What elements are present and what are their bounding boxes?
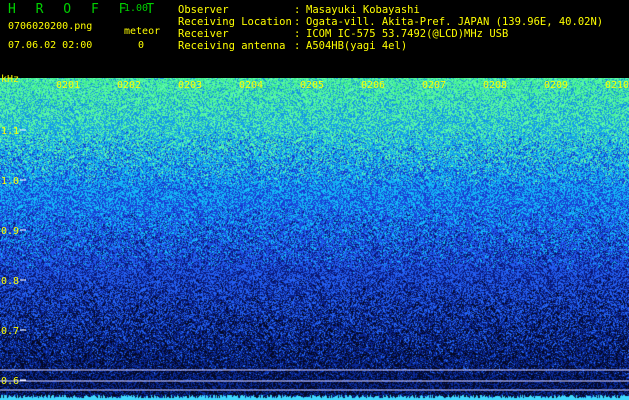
- time-tick-label: 0210: [605, 80, 629, 91]
- time-tick-label: 0207: [422, 80, 446, 91]
- time-tick-label: 0202: [117, 80, 141, 91]
- time-tick-label: 0205: [300, 80, 324, 91]
- reference-lines: [0, 369, 629, 391]
- frequency-tick-label: 0.8: [1, 276, 19, 287]
- spectrogram-overlay: kHz 1.11.00.90.80.70.6 0201 0202 0203 0204 0…: [0, 74, 629, 391]
- time-tick-label: 0203: [178, 80, 202, 91]
- frequency-tick-label: 0.7: [1, 326, 19, 337]
- frequency-axis: 1.11.00.90.80.70.6: [1, 126, 26, 387]
- time-tick-label: 0209: [544, 80, 568, 91]
- time-tick-label: 0204: [239, 80, 263, 91]
- frequency-unit-label: kHz: [1, 74, 19, 85]
- frequency-tick-label: 0.9: [1, 226, 19, 237]
- time-tick-label: 0201: [56, 80, 80, 91]
- time-axis: 0201 0202 0203 0204 0205 0206 0207 0208 0209 0210: [56, 80, 629, 91]
- frequency-tick-label: 1.1: [1, 126, 19, 137]
- frequency-tick-label: 1.0: [1, 176, 19, 187]
- time-tick-label: 0206: [361, 80, 385, 91]
- time-tick-label: 0208: [483, 80, 507, 91]
